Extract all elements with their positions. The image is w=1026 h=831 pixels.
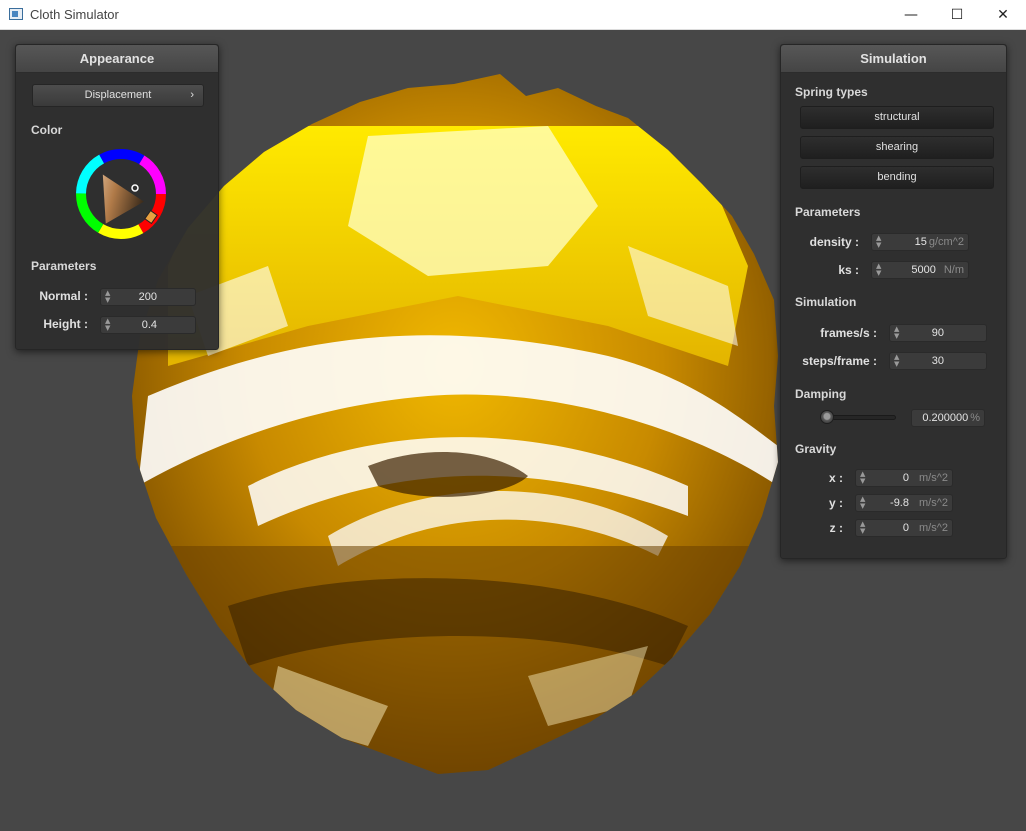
app-icon [9, 8, 23, 20]
spinner-arrows-icon[interactable]: ▲ ▼ [894, 354, 899, 368]
steps-value: 30 [931, 355, 944, 367]
density-label: density : [809, 235, 859, 249]
gravity-y-value: -9.8 [890, 497, 909, 509]
sim-params-label: Parameters [795, 205, 861, 219]
normal-input[interactable]: ▲ ▼ 200 [100, 288, 196, 306]
spinner-arrows-icon[interactable]: ▲ ▼ [894, 326, 899, 340]
frames-per-second-label: frames/s : [820, 326, 877, 340]
gravity-y-input[interactable]: ▲ ▼ -9.8 m/s^2 [855, 494, 953, 512]
shader-select-button[interactable]: Displacement › [32, 84, 204, 107]
height-label: Height : [43, 317, 88, 331]
appearance-params-label: Parameters [31, 259, 97, 273]
spring-types-label: Spring types [795, 85, 868, 99]
ks-label: ks : [838, 263, 859, 277]
spinner-arrows-icon[interactable]: ▲ ▼ [876, 235, 881, 249]
spinner-arrows-icon[interactable]: ▲ ▼ [876, 263, 881, 277]
color-wheel[interactable] [75, 148, 167, 240]
simulation-panel-title[interactable]: Simulation [781, 45, 1006, 73]
minimize-button[interactable]: — [888, 0, 934, 30]
steps-per-frame-label: steps/frame : [802, 354, 877, 368]
color-section-label: Color [31, 123, 63, 137]
gravity-z-unit: m/s^2 [919, 522, 948, 534]
ks-input[interactable]: ▲ ▼ 5000 N/m [871, 261, 969, 279]
gravity-x-input[interactable]: ▲ ▼ 0 m/s^2 [855, 469, 953, 487]
height-value: 0.4 [141, 319, 157, 331]
density-field-content: 15 g/cm^2 [915, 234, 964, 250]
gravity-y-label: y : [828, 496, 843, 510]
cloth-simulator-window: Cloth Simulator — ☐ ✕ Appearance Displac… [0, 0, 1026, 831]
damping-value: 0.200000 [922, 412, 969, 424]
density-value: 15 [914, 236, 927, 248]
damping-input[interactable]: 0.200000% [911, 409, 985, 427]
gravity-z-content: 0 m/s^2 [903, 520, 948, 536]
damping-field-content: 0.200000% [922, 410, 980, 426]
ks-value: 5000 [911, 264, 936, 276]
density-input[interactable]: ▲ ▼ 15 g/cm^2 [871, 233, 969, 251]
chevron-right-icon: › [190, 89, 194, 101]
appearance-panel-title[interactable]: Appearance [16, 45, 218, 73]
steps-per-frame-input[interactable]: ▲ ▼ 30 [889, 352, 987, 370]
gravity-y-unit: m/s^2 [919, 497, 948, 509]
window-title: Cloth Simulator [30, 7, 119, 22]
spinner-arrows-icon[interactable]: ▲ ▼ [860, 471, 865, 485]
damping-label: Damping [795, 387, 847, 401]
maximize-button[interactable]: ☐ [934, 0, 980, 30]
gravity-label: Gravity [795, 442, 837, 456]
title-bar: Cloth Simulator — ☐ ✕ [0, 0, 1026, 30]
gravity-y-content: -9.8 m/s^2 [890, 495, 948, 511]
ks-unit: N/m [943, 264, 964, 276]
frames-per-second-input[interactable]: ▲ ▼ 90 [889, 324, 987, 342]
gravity-z-value: 0 [902, 522, 909, 534]
gravity-x-unit: m/s^2 [919, 472, 948, 484]
normal-value: 200 [138, 291, 157, 303]
gravity-x-label: x : [828, 471, 843, 485]
height-input[interactable]: ▲ ▼ 0.4 [100, 316, 196, 334]
ks-field-content: 5000 N/m [911, 262, 964, 278]
gravity-z-label: z : [829, 521, 843, 535]
spinner-arrows-icon[interactable]: ▲ ▼ [860, 496, 865, 510]
normal-label: Normal : [39, 289, 88, 303]
spinner-arrows-icon[interactable]: ▲ ▼ [105, 318, 110, 332]
appearance-panel: Appearance Displacement › Color Paramete… [15, 44, 219, 350]
spinner-arrows-icon[interactable]: ▲ ▼ [860, 521, 865, 535]
density-unit: g/cm^2 [928, 236, 964, 248]
fps-value: 90 [931, 327, 944, 339]
damping-slider-knob[interactable] [820, 410, 834, 424]
bending-toggle-button[interactable]: bending [800, 166, 994, 189]
cloth-sphere-render [132, 74, 778, 774]
spinner-arrows-icon[interactable]: ▲ ▼ [105, 290, 110, 304]
shearing-toggle-button[interactable]: shearing [800, 136, 994, 159]
simulation-section-label: Simulation [795, 295, 857, 309]
shader-select-label: Displacement [84, 89, 152, 101]
gravity-x-value: 0 [902, 472, 909, 484]
color-picker-handle[interactable] [131, 184, 139, 192]
close-button[interactable]: ✕ [980, 0, 1026, 30]
gravity-z-input[interactable]: ▲ ▼ 0 m/s^2 [855, 519, 953, 537]
damping-unit: % [970, 412, 980, 424]
render-viewport[interactable]: Appearance Displacement › Color Paramete… [0, 31, 1026, 831]
structural-toggle-button[interactable]: structural [800, 106, 994, 129]
gravity-x-content: 0 m/s^2 [903, 470, 948, 486]
simulation-panel: Simulation Spring types structural shear… [780, 44, 1007, 559]
